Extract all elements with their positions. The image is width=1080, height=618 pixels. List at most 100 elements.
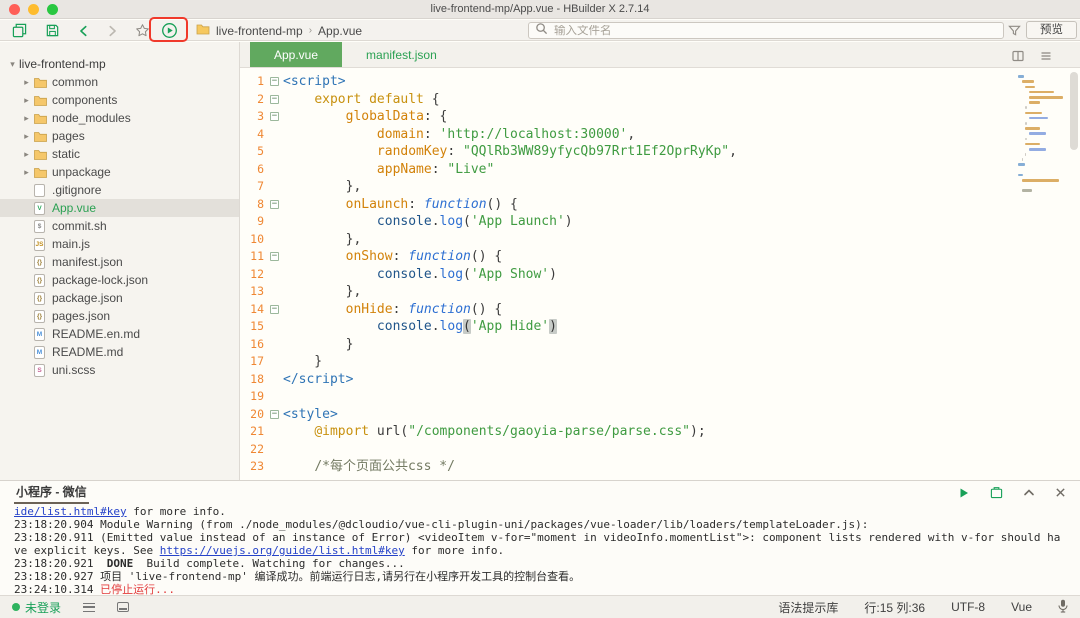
tree-item-gitignore[interactable]: .gitignore: [0, 181, 239, 199]
tree-item-label: pages.json: [52, 309, 110, 323]
close-console-icon[interactable]: [1055, 487, 1066, 498]
tree-item-package-lock-json[interactable]: {}package-lock.json: [0, 271, 239, 289]
line-number: 16: [240, 336, 266, 354]
fold-icon[interactable]: −: [266, 91, 283, 109]
mic-icon[interactable]: [1058, 599, 1068, 616]
search-input[interactable]: [554, 25, 997, 37]
file-icon-js: JS: [34, 238, 45, 251]
file-explorer: ▾live-frontend-mp▸common▸components▸node…: [0, 42, 240, 480]
chevron-right-icon[interactable]: ▸: [20, 149, 33, 160]
tree-item-live-frontend-mp[interactable]: ▾live-frontend-mp: [0, 55, 239, 73]
run-console-icon[interactable]: [958, 487, 970, 499]
tree-item-label: unpackage: [52, 165, 111, 179]
gutter: [266, 423, 283, 441]
breadcrumb-project[interactable]: live-frontend-mp: [216, 24, 303, 38]
gutter: [266, 143, 283, 161]
tree-item-uni-scss[interactable]: Suni.scss: [0, 361, 239, 379]
chevron-right-icon[interactable]: ▸: [20, 131, 33, 142]
language-mode-status[interactable]: Vue: [1011, 600, 1032, 614]
editor-tab-manifest-json[interactable]: manifest.json: [342, 42, 461, 67]
log-link[interactable]: https://vuejs.org/guide/list.html#key: [160, 544, 405, 557]
gutter: [266, 441, 283, 459]
fold-icon[interactable]: −: [266, 301, 283, 319]
chevron-right-icon[interactable]: ▸: [20, 95, 33, 106]
tree-item-pages[interactable]: ▸pages: [0, 127, 239, 145]
tree-item-readme-md[interactable]: M README.md: [0, 343, 239, 361]
encoding-status[interactable]: UTF-8: [951, 600, 985, 614]
tree-item-node-modules[interactable]: ▸node_modules: [0, 109, 239, 127]
breadcrumb[interactable]: live-frontend-mp › App.vue: [196, 20, 362, 41]
code-lines: 1−<script>2− export default {3− globalDa…: [240, 73, 1080, 476]
statusbar-left: 未登录: [12, 599, 129, 616]
chevron-down-icon[interactable]: ▾: [6, 59, 19, 70]
fold-icon[interactable]: −: [266, 248, 283, 266]
back-icon[interactable]: [73, 20, 95, 41]
line-number: 8: [240, 196, 266, 214]
editor-tab-app-vue[interactable]: App.vue: [250, 42, 342, 67]
tree-item-app-vue[interactable]: VApp.vue: [0, 199, 239, 217]
fold-icon[interactable]: −: [266, 108, 283, 126]
file-icon-md: M: [34, 346, 45, 359]
line-number: 9: [240, 213, 266, 231]
code-line-5: 5 randomKey: "QQlRb3WW89yfycQb97Rrt1Ef2O…: [240, 143, 1080, 161]
outline-icon[interactable]: [83, 603, 95, 612]
tree-item-components[interactable]: ▸components: [0, 91, 239, 109]
tree-item-main-js[interactable]: JS main.js: [0, 235, 239, 253]
tree-item-manifest-json[interactable]: {} manifest.json: [0, 253, 239, 271]
line-number: 13: [240, 283, 266, 301]
line-number: 18: [240, 371, 266, 389]
editor-menu-icon[interactable]: [1040, 49, 1052, 67]
line-number: 23: [240, 458, 266, 476]
folder-icon: [33, 130, 47, 143]
hbuilderx-window: live-frontend-mp/App.vue - HBuilder X 2.…: [0, 0, 1080, 618]
preview-button[interactable]: 预览: [1026, 21, 1077, 39]
fold-icon[interactable]: −: [266, 73, 283, 91]
collapse-console-icon[interactable]: [1023, 487, 1035, 499]
syntax-lib-status[interactable]: 语法提示库: [778, 599, 838, 616]
line-number: 15: [240, 318, 266, 336]
tree-item-package-json[interactable]: {}package.json: [0, 289, 239, 307]
tree-item-label: main.js: [52, 237, 90, 251]
open-external-icon[interactable]: [990, 486, 1003, 499]
log-link[interactable]: ide/list.html#key: [14, 505, 127, 518]
tree-item-static[interactable]: ▸static: [0, 145, 239, 163]
save-icon[interactable]: [41, 20, 63, 41]
save-all-icon[interactable]: [8, 20, 30, 41]
code-line-12: 12 console.log('App Show'): [240, 266, 1080, 284]
cursor-position-status[interactable]: 行:15 列:36: [864, 599, 925, 616]
chevron-right-icon[interactable]: ▸: [20, 77, 33, 88]
statusbar-right: 语法提示库 行:15 列:36 UTF-8 Vue: [778, 599, 1068, 616]
line-number: 1: [240, 73, 266, 91]
forward-icon[interactable]: [101, 20, 123, 41]
file-search-box[interactable]: [528, 22, 1004, 39]
fold-icon[interactable]: −: [266, 406, 283, 424]
console-log-line: 23:18:20.904 Module Warning (from ./node…: [14, 518, 1066, 531]
login-status[interactable]: 未登录: [12, 599, 61, 616]
tree-item-label: .gitignore: [52, 183, 101, 197]
breadcrumb-file[interactable]: App.vue: [318, 24, 362, 38]
file-icon-json: {}: [34, 256, 45, 269]
tree-item-unpackage[interactable]: ▸ unpackage: [0, 163, 239, 181]
terminal-toggle-icon[interactable]: [117, 602, 129, 612]
minimap[interactable]: [1018, 74, 1064, 193]
chevron-right-icon[interactable]: ▸: [20, 167, 33, 178]
chevron-right-icon[interactable]: ▸: [20, 113, 33, 124]
tree-item-readme-en-md[interactable]: MREADME.en.md: [0, 325, 239, 343]
split-editor-icon[interactable]: [1012, 49, 1024, 67]
tree-item-commit-sh[interactable]: $commit.sh: [0, 217, 239, 235]
filter-icon[interactable]: [1004, 20, 1024, 41]
tree-item-common[interactable]: ▸common: [0, 73, 239, 91]
fold-icon[interactable]: −: [266, 196, 283, 214]
code-line-21: 21 @import url("/components/gaoyia-parse…: [240, 423, 1080, 441]
editor-scrollbar[interactable]: [1070, 72, 1078, 150]
tree-item-pages-json[interactable]: {}pages.json: [0, 307, 239, 325]
console-tab-weixin[interactable]: 小程序 - 微信: [14, 481, 89, 504]
code-line-15: 15 console.log('App Hide'): [240, 318, 1080, 336]
bookmark-star-icon[interactable]: [131, 20, 153, 41]
gutter: [266, 126, 283, 144]
console-log[interactable]: ide/list.html#key for more info.23:18:20…: [0, 504, 1080, 597]
tree-item-label: manifest.json: [52, 255, 123, 269]
run-button[interactable]: [158, 20, 180, 41]
tree-item-label: README.md: [52, 345, 123, 359]
code-editor[interactable]: 1−<script>2− export default {3− globalDa…: [240, 68, 1080, 480]
